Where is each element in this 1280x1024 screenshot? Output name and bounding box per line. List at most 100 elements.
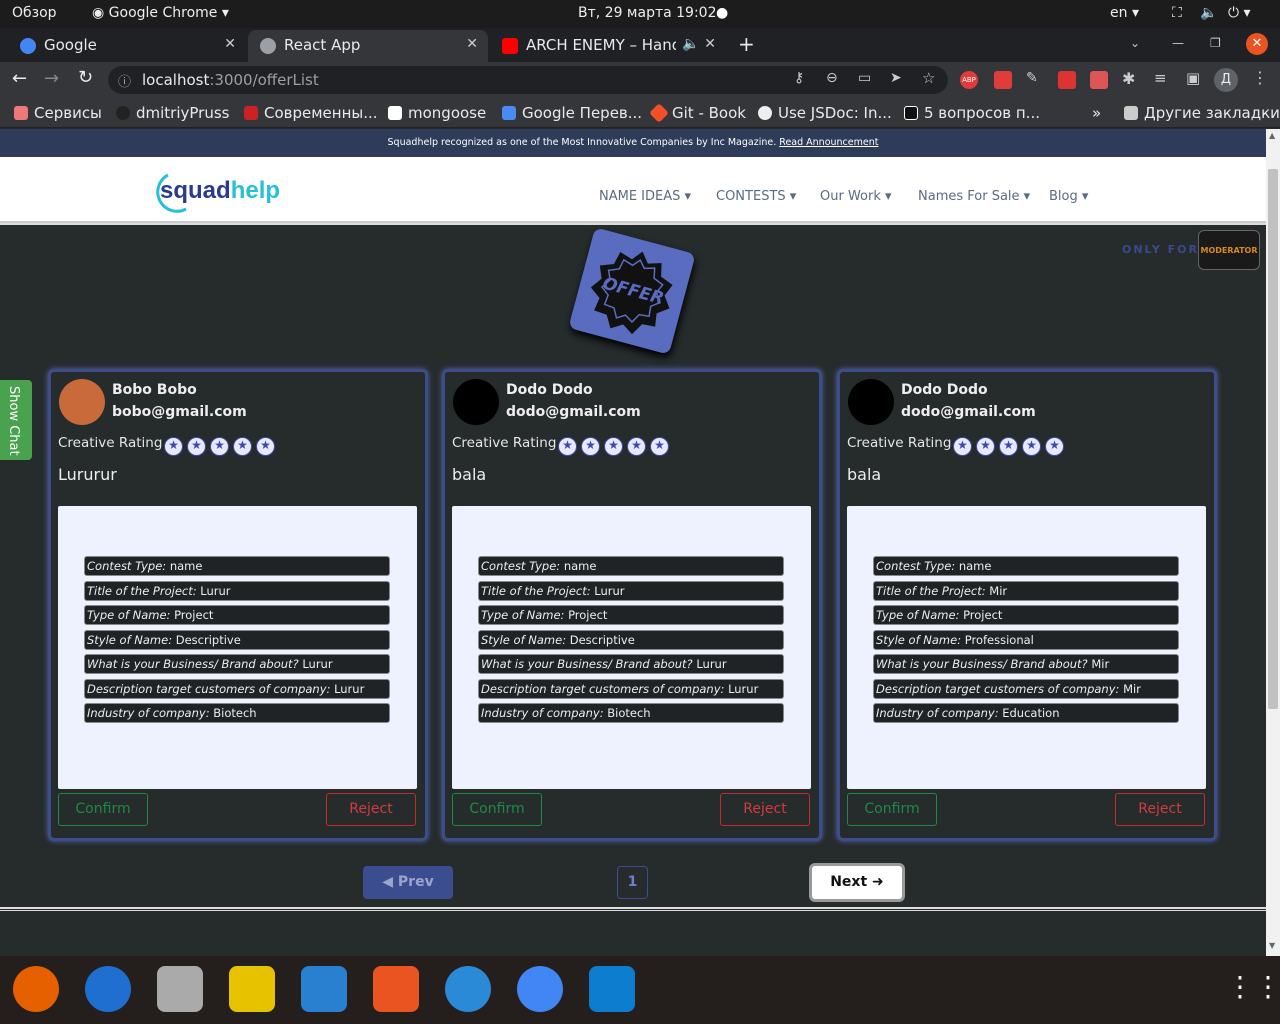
maximize-button[interactable]: ❐ [1210, 36, 1221, 50]
nav-contests[interactable]: CONTESTS ▾ [716, 189, 796, 204]
rating-star-icon[interactable]: ★ [999, 437, 1018, 456]
rating-star-icon[interactable]: ★ [650, 437, 669, 456]
extension-icon[interactable] [1090, 71, 1108, 89]
user-name: Dodo Dodo [506, 382, 593, 398]
media-icon[interactable]: ≡ [1154, 69, 1167, 87]
bookmark-item[interactable]: Google Перев... [502, 104, 642, 122]
bookmark-item[interactable]: Сервисы [14, 104, 102, 122]
sidepanel-icon[interactable]: ▣ [1186, 69, 1200, 87]
confirm-button[interactable]: Confirm [847, 793, 937, 826]
vscode-icon[interactable] [589, 966, 635, 1012]
reload-icon[interactable]: ↻ [78, 67, 93, 88]
page-number[interactable]: 1 [617, 866, 648, 899]
install-icon[interactable]: ▭ [858, 70, 871, 86]
menu-dots-icon[interactable]: ⋮ [1252, 68, 1268, 87]
close-window-button[interactable]: ✕ [1246, 33, 1268, 55]
new-tab-button[interactable]: + [738, 32, 755, 56]
bookmark-star-icon[interactable]: ☆ [922, 69, 935, 87]
rating-star-icon[interactable]: ★ [210, 437, 229, 456]
chrome-icon[interactable] [517, 966, 563, 1012]
app-menu[interactable]: ◉ Google Chrome ▾ [92, 5, 229, 21]
rating-star-icon[interactable]: ★ [976, 437, 995, 456]
rating-star-icon[interactable]: ★ [187, 437, 206, 456]
back-arrow-icon[interactable]: ← [12, 68, 27, 89]
nav-blog[interactable]: Blog ▾ [1049, 189, 1088, 204]
nav-name-ideas[interactable]: NAME IDEAS ▾ [599, 189, 691, 204]
extension-icon[interactable] [994, 71, 1012, 89]
info-icon[interactable]: ⓘ [118, 71, 131, 90]
show-chat-button[interactable]: Show Chat [0, 380, 32, 460]
activities-button[interactable]: Обзор [12, 5, 57, 21]
tab-react-app[interactable]: React App ✕ [248, 30, 488, 62]
rating-star-icon[interactable]: ★ [953, 437, 972, 456]
reject-button[interactable]: Reject [1115, 793, 1205, 826]
power-icon[interactable]: ⏻ ▾ [1228, 5, 1251, 21]
rating-star-icon[interactable]: ★ [558, 437, 577, 456]
reject-button[interactable]: Reject [326, 793, 416, 826]
read-announcement-link[interactable]: Read Announcement [779, 137, 878, 148]
profile-avatar[interactable]: Д [1214, 68, 1238, 92]
address-bar[interactable]: ⓘ localhost:3000/offerList ⚷ ⊖ ▭ ➤ ☆ [108, 66, 948, 94]
bookmark-item[interactable]: dmitriyPruss [116, 104, 229, 122]
show-apps-grid-icon[interactable]: ⋮⋮ [1226, 970, 1280, 1003]
more-bookmarks-chevron-icon[interactable]: » [1092, 104, 1101, 122]
rhythmbox-icon[interactable] [229, 966, 275, 1012]
confirm-button[interactable]: Confirm [452, 793, 542, 826]
offer-info-row: Title of the Project: Mir [873, 580, 1179, 601]
tab-search-chevron-down-icon[interactable]: ⌄ [1130, 36, 1140, 50]
rating-stars[interactable]: ★ ★ ★ ★ ★ [164, 434, 279, 456]
close-icon[interactable]: ✕ [224, 36, 236, 52]
bookmark-item[interactable]: Git - Book [649, 103, 746, 123]
keyboard-layout[interactable]: en ▾ [1110, 5, 1139, 21]
confirm-button[interactable]: Confirm [58, 793, 148, 826]
rating-star-icon[interactable]: ★ [256, 437, 275, 456]
bookmark-item[interactable]: 5 вопросов п... [904, 104, 1040, 122]
scroll-up-icon[interactable]: ▲ [1269, 131, 1275, 140]
tab-youtube[interactable]: ARCH ENEMY – Hands 🔈 ✕ [490, 30, 726, 62]
rating-star-icon[interactable]: ★ [164, 437, 183, 456]
rating-star-icon[interactable]: ★ [1045, 437, 1064, 456]
adblock-icon[interactable]: ABP [960, 71, 978, 89]
tab-google[interactable]: Google ✕ [8, 30, 246, 62]
thunderbird-icon[interactable] [85, 966, 131, 1012]
rating-star-icon[interactable]: ★ [604, 437, 623, 456]
nav-our-work[interactable]: Our Work ▾ [820, 189, 892, 204]
key-icon[interactable]: ⚷ [794, 70, 804, 86]
rating-stars[interactable]: ★ ★ ★ ★ ★ [558, 434, 673, 456]
scrollbar[interactable]: ▲ ▼ [1266, 129, 1280, 956]
rating-star-icon[interactable]: ★ [233, 437, 252, 456]
rating-star-icon[interactable]: ★ [581, 437, 600, 456]
close-icon[interactable]: 🔈 ✕ [682, 36, 716, 52]
firefox-icon[interactable] [13, 966, 59, 1012]
bookmark-item[interactable]: Современны... [244, 104, 378, 122]
zoom-icon[interactable]: ⊖ [826, 70, 838, 86]
rating-star-icon[interactable]: ★ [1022, 437, 1041, 456]
send-icon[interactable]: ➤ [890, 70, 902, 86]
tab-strip: Google ✕ React App ✕ ARCH ENEMY – Hands … [0, 28, 1280, 62]
extension-icon[interactable] [1058, 71, 1076, 89]
reject-button[interactable]: Reject [720, 793, 810, 826]
network-icon[interactable]: ⛶ [1172, 5, 1182, 21]
forward-arrow-icon[interactable]: → [44, 68, 59, 89]
minimize-button[interactable]: — [1172, 36, 1184, 50]
software-icon[interactable] [373, 966, 419, 1012]
scrollbar-thumb[interactable] [1268, 169, 1278, 709]
help-icon[interactable] [445, 966, 491, 1012]
next-button[interactable]: Next ➜ [809, 863, 905, 902]
bookmark-item[interactable]: Use JSDoc: In... [758, 104, 892, 122]
squadhelp-logo[interactable]: squadhelp [148, 173, 280, 213]
writer-icon[interactable] [301, 966, 347, 1012]
rating-stars[interactable]: ★ ★ ★ ★ ★ [953, 434, 1068, 456]
files-icon[interactable] [157, 966, 203, 1012]
bookmark-item[interactable]: mongoose [388, 104, 486, 122]
scroll-down-icon[interactable]: ▼ [1269, 941, 1275, 950]
close-icon[interactable]: ✕ [466, 36, 478, 52]
puzzle-icon[interactable]: ✱ [1122, 69, 1135, 88]
rating-star-icon[interactable]: ★ [627, 437, 646, 456]
other-bookmarks-folder[interactable]: Другие закладки [1124, 104, 1280, 122]
volume-icon[interactable]: 🔈 [1200, 5, 1217, 21]
pen-icon[interactable]: ✎ [1026, 70, 1038, 86]
clock[interactable]: Вт, 29 марта 19:02 [578, 5, 716, 21]
prev-button[interactable]: ◀ Prev [363, 866, 453, 899]
nav-names-for-sale[interactable]: Names For Sale ▾ [918, 189, 1030, 204]
